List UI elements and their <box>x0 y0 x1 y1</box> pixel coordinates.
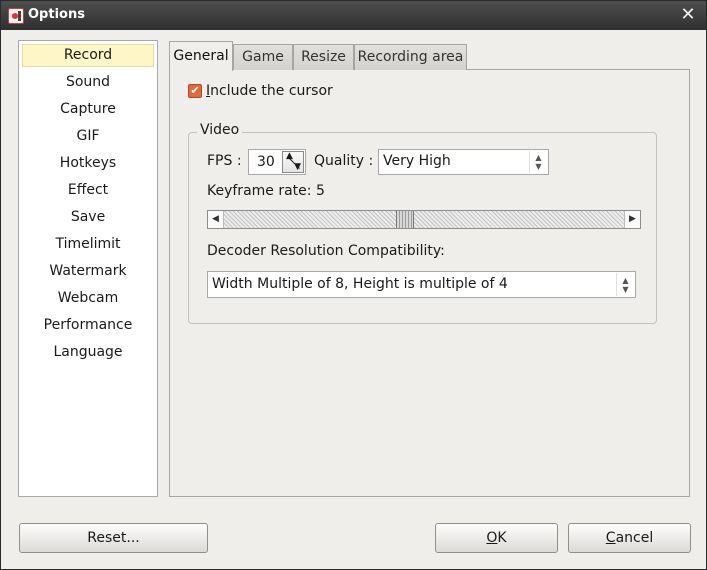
slider-thumb[interactable] <box>395 211 414 228</box>
tab-recording-area[interactable]: Recording area <box>354 44 467 70</box>
tab-game[interactable]: Game <box>233 44 293 70</box>
slider-track[interactable] <box>224 211 624 228</box>
spin-up-icon: ▲ <box>286 151 293 161</box>
title-bar[interactable]: Options ✕ <box>1 1 706 30</box>
ok-button[interactable]: OK <box>435 523 558 553</box>
decoder-compatibility-label: Decoder Resolution Compatibility: <box>207 243 445 259</box>
updown-arrows-icon: ▲ ▼ <box>529 151 547 173</box>
slider-left-arrow-icon[interactable]: ◀ <box>208 211 224 228</box>
slider-right-arrow-icon[interactable]: ▶ <box>624 211 640 228</box>
sidebar-item-hotkeys[interactable]: Hotkeys <box>22 152 154 175</box>
sidebar-item-watermark[interactable]: Watermark <box>22 260 154 283</box>
sidebar-item-webcam[interactable]: Webcam <box>22 287 154 310</box>
keyframe-rate-label: Keyframe rate: 5 <box>207 183 325 199</box>
updown-arrows-icon: ▲ ▼ <box>616 273 634 296</box>
sidebar-item-record[interactable]: Record <box>22 44 154 67</box>
sidebar-item-capture[interactable]: Capture <box>22 98 154 121</box>
quality-value: Very High <box>383 153 451 169</box>
cancel-button[interactable]: Cancel <box>568 523 691 553</box>
quality-select[interactable]: Very High ▲ ▼ <box>378 149 549 175</box>
spin-down-icon: ▼ <box>294 162 301 172</box>
tab-general[interactable]: General <box>169 41 233 71</box>
video-group-title: Video <box>197 122 243 138</box>
fps-label: FPS : <box>207 153 242 169</box>
options-dialog: Options ✕ Record Sound Capture GIF Hotke… <box>0 0 707 570</box>
close-icon[interactable]: ✕ <box>678 4 698 26</box>
sidebar-item-effect[interactable]: Effect <box>22 179 154 202</box>
sidebar-item-performance[interactable]: Performance <box>22 314 154 337</box>
fps-value[interactable]: 30 <box>257 154 275 170</box>
quality-label: Quality : <box>314 153 374 169</box>
app-icon <box>8 8 24 24</box>
sidebar-item-language[interactable]: Language <box>22 341 154 364</box>
fps-stepper[interactable]: 30 ▲ ▼ <box>248 149 306 175</box>
sidebar-item-save[interactable]: Save <box>22 206 154 229</box>
tab-resize[interactable]: Resize <box>293 44 354 70</box>
include-cursor-label[interactable]: Include the cursor <box>206 83 333 99</box>
keyframe-rate-slider[interactable]: ◀ ▶ <box>207 210 641 229</box>
reset-button[interactable]: Reset... <box>19 523 208 553</box>
sidebar-item-sound[interactable]: Sound <box>22 71 154 94</box>
include-cursor-checkbox[interactable]: ✔ <box>188 84 202 98</box>
sidebar-item-gif[interactable]: GIF <box>22 125 154 148</box>
window-title: Options <box>28 7 85 22</box>
decoder-compatibility-value: Width Multiple of 8, Height is multiple … <box>212 276 508 292</box>
decoder-compatibility-select[interactable]: Width Multiple of 8, Height is multiple … <box>207 271 636 298</box>
sidebar-item-timelimit[interactable]: Timelimit <box>22 233 154 256</box>
fps-spin-button[interactable]: ▲ ▼ <box>282 151 304 173</box>
options-category-list: Record Sound Capture GIF Hotkeys Effect … <box>18 40 158 497</box>
